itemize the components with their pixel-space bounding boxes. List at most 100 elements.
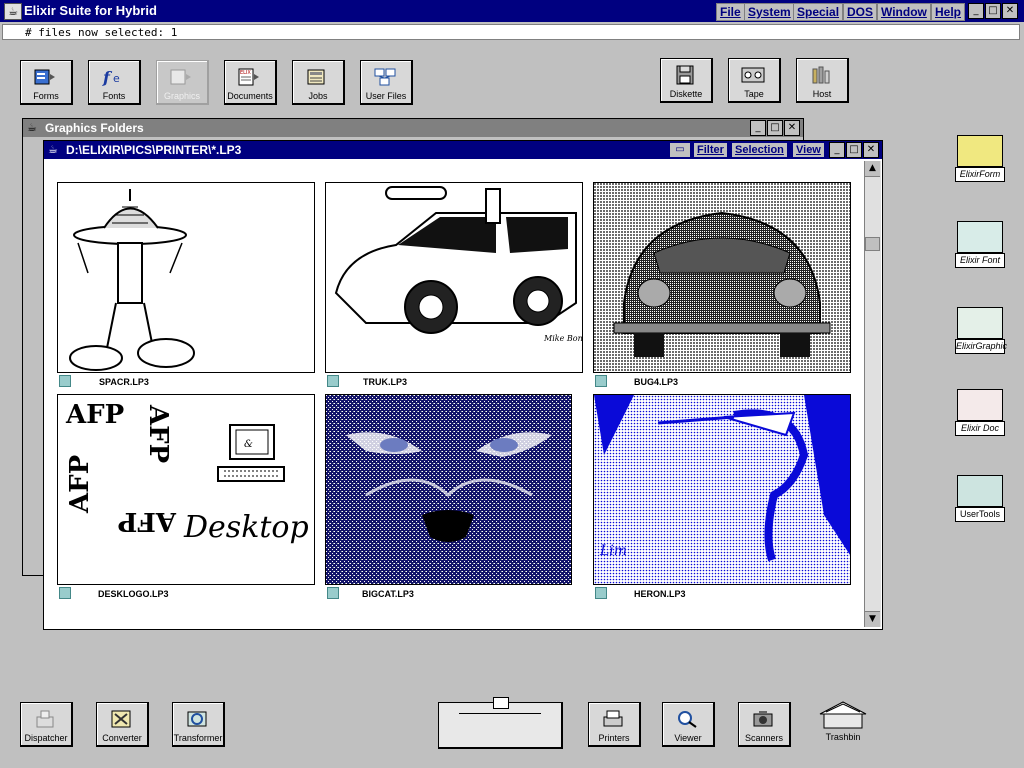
lp3-file-icon: [59, 375, 71, 387]
app-title: Elixir Suite for Hybrid: [24, 3, 157, 18]
dispatcher-folder[interactable]: Dispatcher: [20, 702, 73, 747]
dispatcher-icon: [36, 710, 54, 728]
diskette-folder[interactable]: Diskette: [660, 58, 713, 103]
maximize-button[interactable]: □: [985, 3, 1001, 19]
svg-text:ELIX: ELIX: [240, 70, 251, 76]
file-name-spacr[interactable]: SPACR.LP3: [99, 377, 149, 387]
vw-beetle-image: [594, 183, 850, 372]
tray-handle-icon: [493, 697, 509, 709]
folder-tree-icon[interactable]: ▭: [670, 143, 690, 157]
printers-icon: [603, 710, 623, 727]
trashbin[interactable]: Trashbin: [816, 700, 870, 746]
jobs-icon: [307, 69, 325, 85]
host-icon: [812, 66, 830, 84]
thumbnail-bug4[interactable]: [593, 182, 851, 373]
scroll-up-arrow-icon[interactable]: ▲: [865, 161, 880, 177]
graphics-folder[interactable]: Graphics: [156, 60, 209, 105]
file-listing-window[interactable]: ☕ D:\ELIXIR\PICS\PRINTER\*.LP3 ▭ Filter …: [43, 140, 883, 630]
graphics-icon: [170, 69, 191, 85]
tape-icon: [741, 67, 765, 83]
file-name-heron[interactable]: HERON.LP3: [634, 589, 686, 599]
diskette-icon: [676, 65, 694, 85]
documents-folder[interactable]: ELIX Documents: [224, 60, 277, 105]
elixir-doc-launcher[interactable]: Elixir Doc: [955, 389, 1005, 437]
menu-filter[interactable]: Filter: [694, 143, 727, 157]
file-listing-title-bar[interactable]: ☕ D:\ELIXIR\PICS\PRINTER\*.LP3 ▭ Filter …: [44, 141, 882, 159]
user-tools-launcher[interactable]: UserTools: [955, 475, 1005, 523]
hot-rod-truck-image: Mike Bonnie: [334, 186, 582, 343]
elixir-graphic-icon: [957, 307, 1003, 339]
listing-close-button[interactable]: ✕: [863, 142, 879, 158]
file-name-bigcat[interactable]: BIGCAT.LP3: [362, 589, 414, 599]
lp3-file-icon: [327, 375, 339, 387]
elixir-graphic-launcher[interactable]: ElixirGraphic: [955, 307, 1007, 355]
svg-text:AFP: AFP: [65, 455, 95, 514]
forms-icon: [34, 69, 55, 85]
lp3-file-icon: [595, 375, 607, 387]
host-folder[interactable]: Host: [796, 58, 849, 103]
afp-desktop-logo-image: AFP AFP AFP AFP & Desktop: [65, 400, 309, 545]
menu-window[interactable]: Window: [877, 3, 931, 21]
graphics-folders-title-bar[interactable]: ☕ Graphics Folders _ □ ✕: [23, 119, 803, 137]
menu-system[interactable]: System: [744, 3, 795, 21]
elixir-font-launcher[interactable]: Elixir Font: [955, 221, 1005, 269]
listing-minimize-button[interactable]: _: [829, 142, 845, 158]
menu-selection[interactable]: Selection: [732, 143, 787, 157]
gf-maximize-button[interactable]: □: [767, 120, 783, 136]
file-name-bug4[interactable]: BUG4.LP3: [634, 377, 678, 387]
svg-text:AFP: AFP: [143, 404, 173, 463]
thumbnail-bigcat[interactable]: [325, 394, 572, 585]
gf-minimize-button[interactable]: _: [750, 120, 766, 136]
elixir-doc-icon: [957, 389, 1003, 421]
minimize-button[interactable]: _: [968, 3, 984, 19]
big-cat-face-image: [326, 395, 571, 584]
converter-folder[interactable]: Converter: [96, 702, 149, 747]
window-menu-icon[interactable]: ☕: [27, 121, 37, 134]
clipboard-tray[interactable]: [438, 697, 563, 749]
graphics-folders-title: Graphics Folders: [45, 121, 144, 135]
transformer-folder[interactable]: Transformer: [172, 702, 225, 747]
window-menu-icon[interactable]: ☕: [48, 143, 58, 156]
file-name-truk[interactable]: TRUK.LP3: [363, 377, 407, 387]
forms-folder[interactable]: Forms: [20, 60, 73, 105]
scroll-thumb[interactable]: [865, 237, 880, 251]
svg-text:e: e: [113, 72, 120, 85]
menu-view[interactable]: View: [793, 143, 824, 157]
menu-help[interactable]: Help: [931, 3, 966, 21]
menu-dos[interactable]: DOS: [843, 3, 878, 21]
blue-heron-image: Lim: [594, 395, 850, 584]
fonts-folder[interactable]: fe Fonts: [88, 60, 141, 105]
elixir-font-icon: [957, 221, 1003, 253]
close-button[interactable]: ✕: [1002, 3, 1018, 19]
file-name-desklogo[interactable]: DESKLOGO.LP3: [98, 589, 169, 599]
thumbnail-spacr[interactable]: [57, 182, 315, 373]
thumbnail-truk[interactable]: Mike Bonnie: [325, 182, 583, 373]
truk-signature: Mike Bonnie: [543, 334, 582, 343]
scanners-folder[interactable]: Scanners: [738, 702, 791, 747]
viewer-folder[interactable]: Viewer: [662, 702, 715, 747]
listing-maximize-button[interactable]: □: [846, 142, 862, 158]
menu-file[interactable]: File: [716, 3, 745, 21]
elixir-form-icon: [957, 135, 1003, 167]
menu-special[interactable]: Special: [793, 3, 844, 21]
elixir-form-launcher[interactable]: ElixirForm: [955, 135, 1005, 183]
user-tools-icon: [957, 475, 1003, 507]
user-files-folder[interactable]: User Files: [360, 60, 413, 105]
svg-text:&: &: [244, 439, 253, 450]
svg-text:AFP: AFP: [65, 400, 124, 430]
vertical-scrollbar[interactable]: ▲ ▼: [864, 161, 881, 627]
thumbnail-heron[interactable]: Lim: [593, 394, 851, 585]
lp3-file-icon: [595, 587, 607, 599]
printers-folder[interactable]: Printers: [588, 702, 641, 747]
viewer-icon: [678, 711, 697, 728]
jobs-folder[interactable]: Jobs: [292, 60, 345, 105]
tape-folder[interactable]: Tape: [728, 58, 781, 103]
svg-text:AFP: AFP: [118, 506, 177, 536]
gf-close-button[interactable]: ✕: [784, 120, 800, 136]
thumbnail-desklogo[interactable]: AFP AFP AFP AFP & Desktop: [57, 394, 315, 585]
system-menu-icon[interactable]: ☕: [4, 3, 22, 20]
transformer-icon: [187, 711, 207, 727]
selection-status: # files now selected: 1: [2, 24, 1020, 40]
scroll-down-arrow-icon[interactable]: ▼: [865, 611, 880, 627]
svg-text:f: f: [102, 68, 113, 87]
